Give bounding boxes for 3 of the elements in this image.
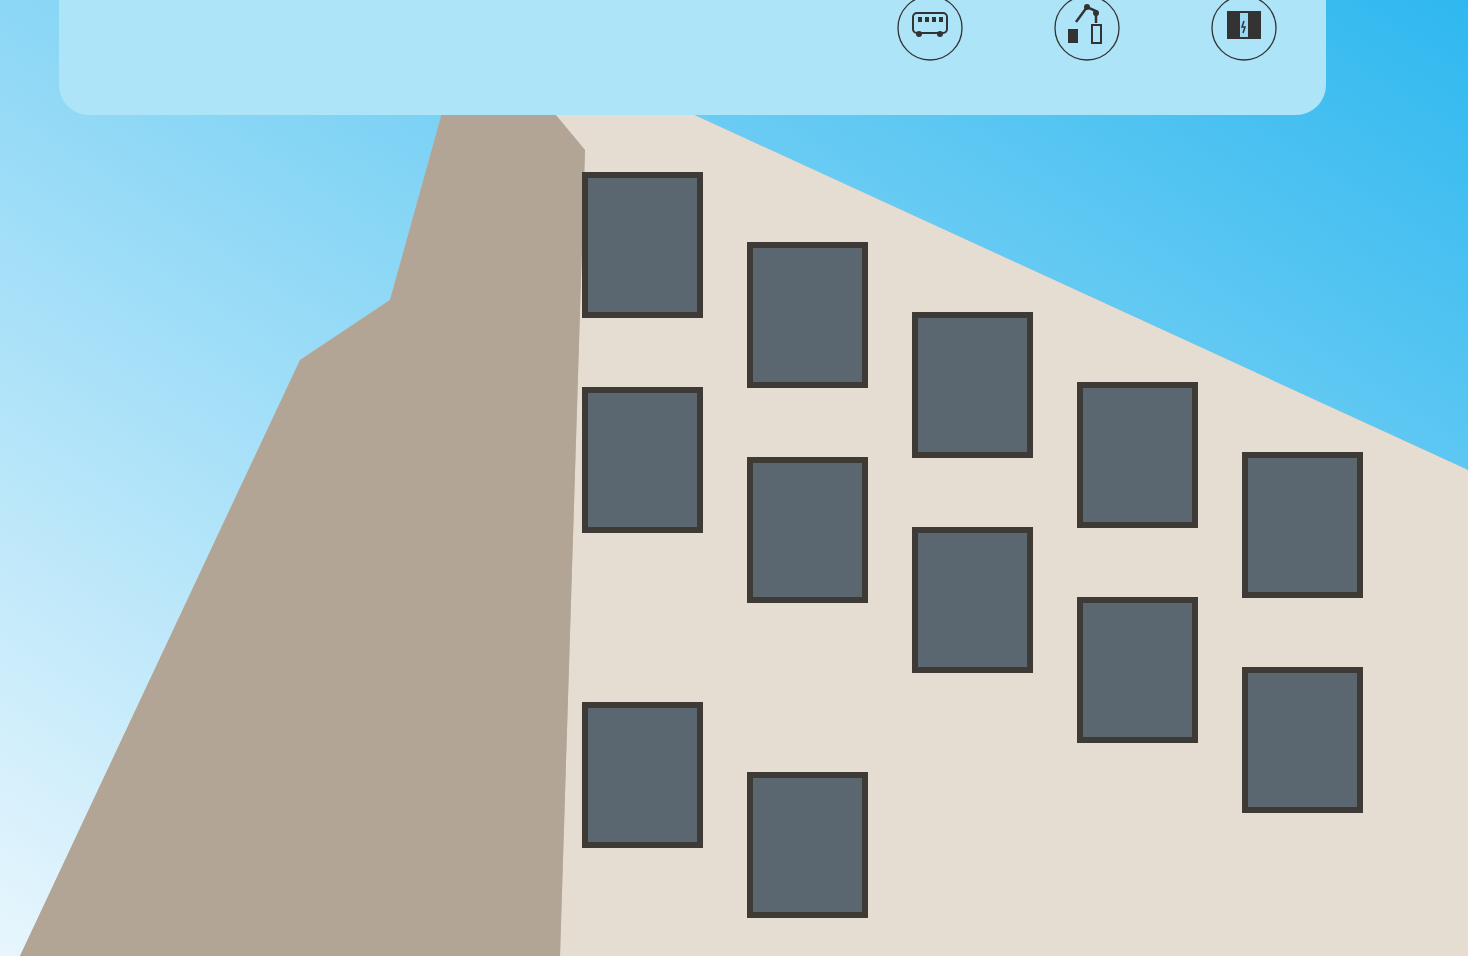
robot-arm-icon (1054, 0, 1120, 61)
bus-icon (897, 0, 963, 61)
cabinet-icon (1211, 0, 1277, 61)
